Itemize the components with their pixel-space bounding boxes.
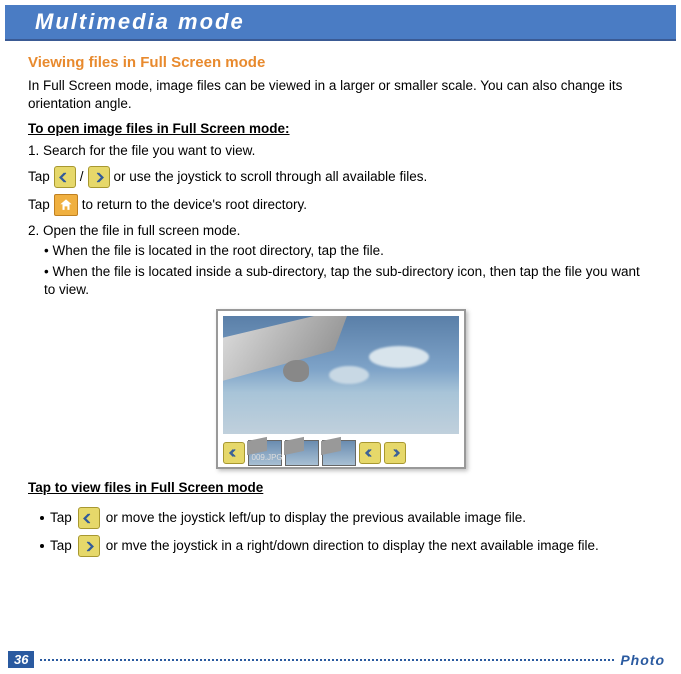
photo-preview — [223, 316, 459, 434]
slash: / — [80, 168, 84, 186]
strip-prev-icon[interactable] — [223, 442, 245, 464]
bullet-dot — [40, 544, 44, 548]
tap-scroll-line: Tap / or use the joystick to scroll thro… — [28, 166, 653, 188]
open-heading: To open image files in Full Screen mode: — [28, 120, 653, 138]
bullet-a: • When the file is located in the root d… — [44, 242, 653, 260]
screenshot: 009.JPG — [216, 309, 466, 469]
thumbnail-strip: 009.JPG — [223, 438, 459, 468]
prev-icon — [54, 166, 76, 188]
footer-dots — [40, 659, 614, 661]
strip-back-icon[interactable] — [359, 442, 381, 464]
header-bar: Multimedia mode — [5, 5, 676, 41]
next-icon — [78, 535, 100, 557]
prev-text: or move the joystick left/up to display … — [106, 509, 526, 527]
airplane-engine — [283, 360, 309, 382]
header-title: Multimedia mode — [35, 9, 245, 35]
intro-text: In Full Screen mode, image files can be … — [28, 77, 653, 113]
screenshot-wrap: 009.JPG — [28, 309, 653, 469]
scroll-text: or use the joystick to scroll through al… — [114, 168, 428, 186]
prev-icon — [78, 507, 100, 529]
section-title: Viewing files in Full Screen mode — [28, 53, 653, 73]
step-2: 2. Open the file in full screen mode. — [28, 222, 653, 240]
content: Viewing files in Full Screen mode In Ful… — [0, 41, 681, 557]
thumbnail[interactable] — [285, 440, 319, 466]
bullet-b: • When the file is located inside a sub-… — [44, 263, 653, 299]
tap-label-3: Tap — [50, 509, 72, 527]
tap-label-4: Tap — [50, 537, 72, 555]
next-icon — [88, 166, 110, 188]
thumb-label: 009.JPG — [252, 453, 283, 464]
cloud-icon — [329, 366, 369, 384]
tap-label: Tap — [28, 168, 50, 186]
cloud-icon — [369, 346, 429, 368]
next-text: or mve the joystick in a right/down dire… — [106, 537, 599, 555]
home-icon — [54, 194, 78, 216]
return-text: to return to the device's root directory… — [82, 196, 307, 214]
tap-view-heading: Tap to view files in Full Screen mode — [28, 479, 653, 497]
strip-next-icon[interactable] — [384, 442, 406, 464]
thumbnail[interactable]: 009.JPG — [248, 440, 282, 466]
tap-label-2: Tap — [28, 196, 50, 214]
bullet-dot — [40, 516, 44, 520]
footer: 36 Photo — [0, 651, 681, 668]
thumbnail[interactable] — [322, 440, 356, 466]
tap-home-line: Tap to return to the device's root direc… — [28, 194, 653, 216]
prev-file-row: Tap or move the joystick left/up to disp… — [40, 507, 653, 529]
page-number: 36 — [8, 651, 34, 668]
footer-label: Photo — [620, 652, 673, 668]
step-1: 1. Search for the file you want to view. — [28, 142, 653, 160]
step2-bullets: • When the file is located in the root d… — [28, 242, 653, 299]
next-file-row: Tap or mve the joystick in a right/down … — [40, 535, 653, 557]
